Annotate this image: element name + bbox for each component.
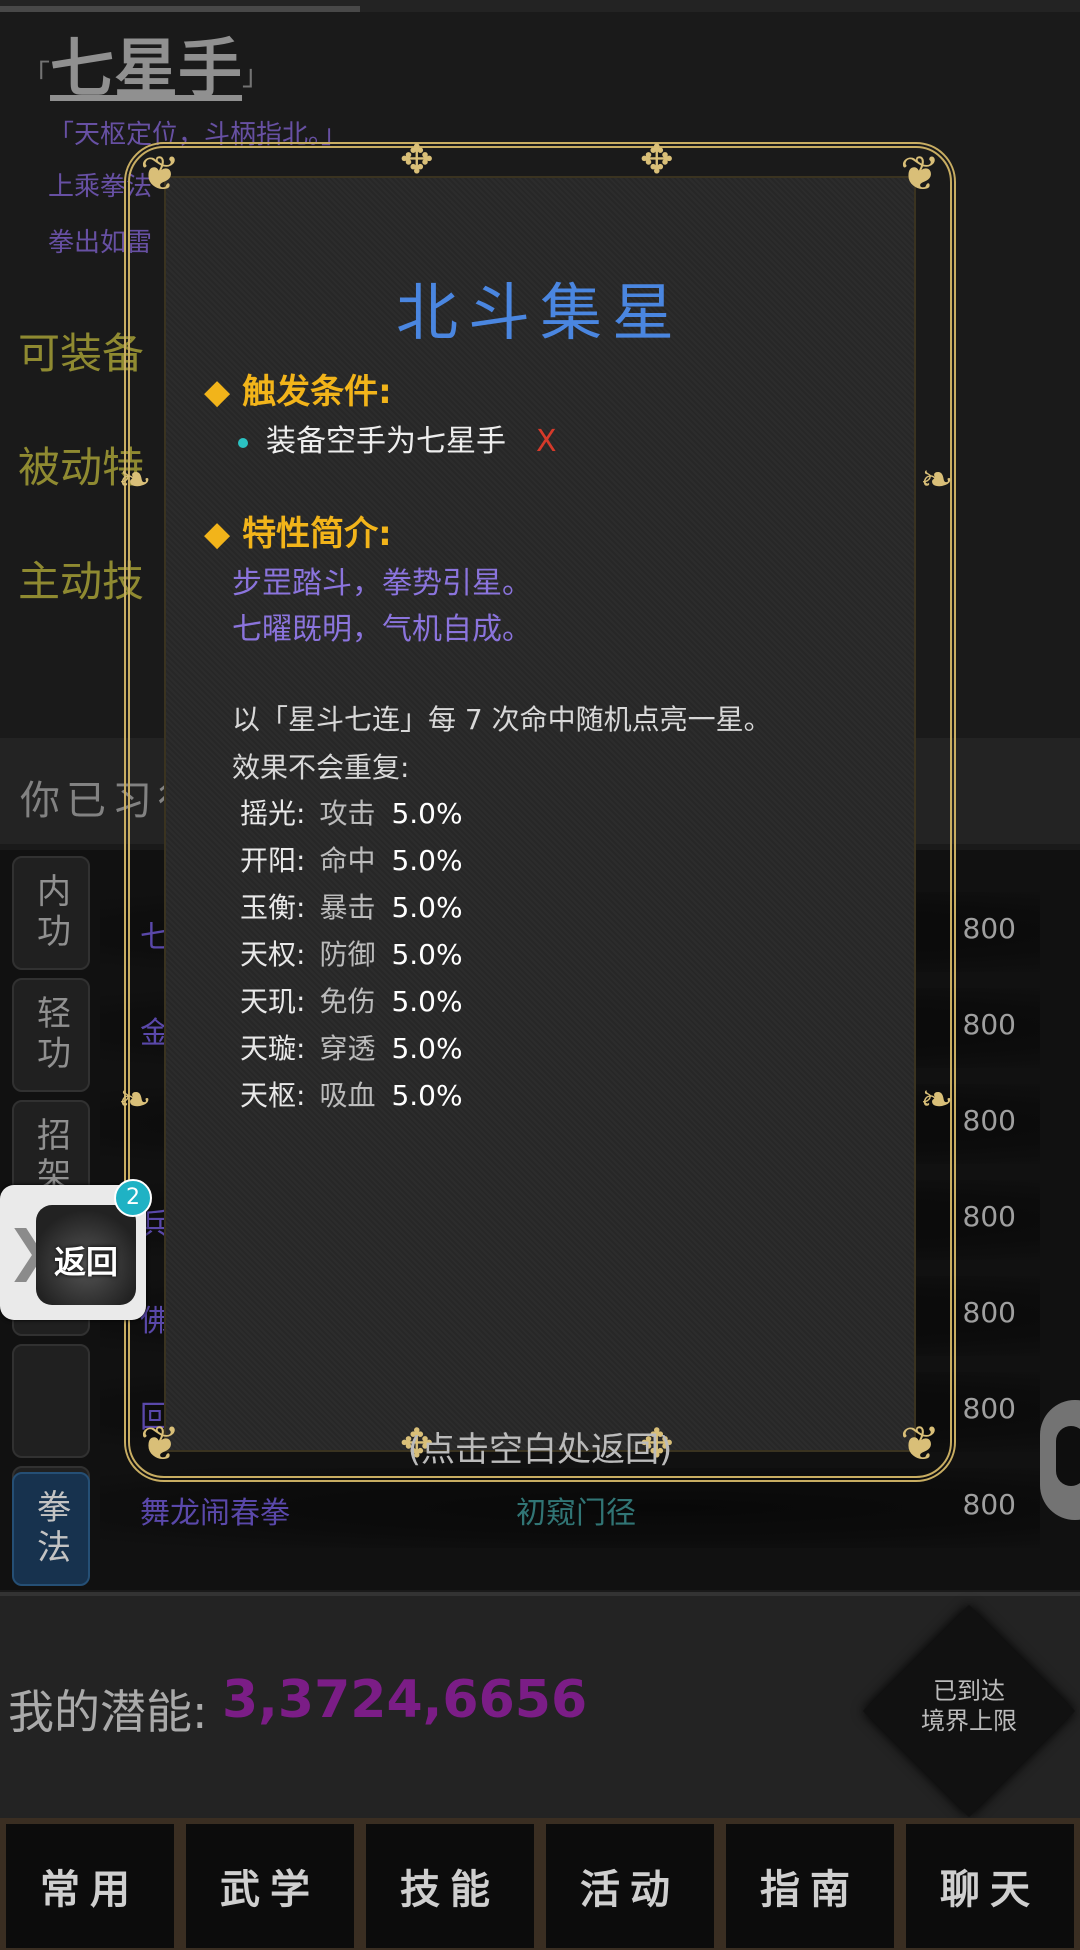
- effect-row: 天玑: 免伤 5.0%: [240, 980, 463, 1020]
- effect-pct: 5.0%: [391, 797, 463, 830]
- effect-row: 玉衡: 暴击 5.0%: [240, 886, 463, 926]
- realm-badge-text: 已到达 境界上限: [894, 1676, 1044, 1736]
- nav-martial[interactable]: 武学: [186, 1824, 354, 1948]
- close-hint[interactable]: (点击空白处返回): [0, 1422, 1080, 1471]
- diamond-bullet-icon: ◆: [204, 514, 231, 554]
- trigger-heading: ◆ 触发条件:: [204, 364, 392, 413]
- ornament-icon: ❧: [118, 1077, 152, 1123]
- effect-stat: 攻击: [319, 797, 376, 830]
- flavor-line: 七曜既明，气机自成。: [232, 612, 532, 647]
- effect-pct: 5.0%: [391, 1032, 463, 1065]
- modal-title: 北斗集星: [395, 276, 684, 349]
- return-label: 返回: [53, 1243, 118, 1281]
- ornament-icon: ❧: [920, 1077, 954, 1123]
- nav-events[interactable]: 活动: [546, 1824, 714, 1948]
- nav-common[interactable]: 常用: [6, 1824, 174, 1948]
- ornament-icon: ✥: [400, 137, 434, 183]
- bottom-nav: 常用 武学 技能 活动 指南 聊天: [0, 1818, 1080, 1950]
- realm-badge-line1: 已到达: [933, 1677, 1005, 1705]
- potential-value: 3,3724,6656: [222, 1670, 588, 1730]
- ornament-icon: ❦: [140, 146, 181, 202]
- effect-stat: 防御: [319, 938, 376, 971]
- effect-pct: 5.0%: [391, 985, 463, 1018]
- effect-pct: 5.0%: [391, 938, 463, 971]
- traits-heading: ◆ 特性简介:: [204, 506, 392, 555]
- nav-guide[interactable]: 指南: [726, 1824, 894, 1948]
- effect-row: 天璇: 穿透 5.0%: [240, 1027, 463, 1067]
- effect-pct: 5.0%: [391, 1079, 463, 1112]
- trigger-heading-text: 触发条件:: [242, 372, 392, 412]
- effect-stat: 穿透: [319, 1032, 376, 1065]
- nav-skills[interactable]: 技能: [366, 1824, 534, 1948]
- effect-stat: 吸血: [319, 1079, 376, 1112]
- condition-status: X: [536, 424, 557, 459]
- ornament-icon: ✥: [640, 137, 674, 183]
- effect-star: 摇光:: [240, 797, 306, 830]
- ornament-icon: ❧: [118, 457, 152, 503]
- effect-row: 天权: 防御 5.0%: [240, 933, 463, 973]
- traits-heading-text: 特性简介:: [242, 514, 392, 554]
- effect-star: 开阳:: [240, 844, 306, 877]
- bullet-dot-icon: [238, 437, 248, 448]
- notification-badge: 2: [114, 1179, 152, 1217]
- effect-row: 摇光: 攻击 5.0%: [240, 792, 463, 832]
- nav-chat[interactable]: 聊天: [906, 1824, 1074, 1948]
- effect-stat: 暴击: [319, 891, 376, 924]
- effect-star: 天玑:: [240, 985, 306, 1018]
- diamond-bullet-icon: ◆: [204, 372, 231, 412]
- effect-stat: 免伤: [319, 985, 376, 1018]
- ornament-icon: ❧: [920, 457, 954, 503]
- condition-text: 装备空手为七星手: [266, 424, 506, 459]
- ornament-icon: ❦: [900, 146, 941, 202]
- effect-pct: 5.0%: [391, 891, 463, 924]
- effect-pct: 5.0%: [391, 844, 463, 877]
- effect-star: 天权:: [240, 938, 306, 971]
- trigger-condition: 装备空手为七星手 X: [238, 416, 557, 460]
- effect-row: 开阳: 命中 5.0%: [240, 839, 463, 879]
- effect-star: 天枢:: [240, 1079, 306, 1112]
- trait-note: 效果不会重复:: [232, 751, 410, 784]
- effect-star: 天璇:: [240, 1032, 306, 1065]
- return-button[interactable]: ❯ 返回 2: [0, 1179, 152, 1320]
- effect-stat: 命中: [319, 844, 376, 877]
- effect-row: 天枢: 吸血 5.0%: [240, 1074, 463, 1114]
- potential-label: 我的潜能:: [8, 1685, 208, 1739]
- trait-description: 以「星斗七连」每 7 次命中随机点亮一星。: [232, 703, 772, 736]
- flavor-line: 步罡踏斗，拳势引星。: [232, 566, 532, 601]
- realm-badge-line2: 境界上限: [921, 1707, 1017, 1735]
- effect-star: 玉衡:: [240, 891, 306, 924]
